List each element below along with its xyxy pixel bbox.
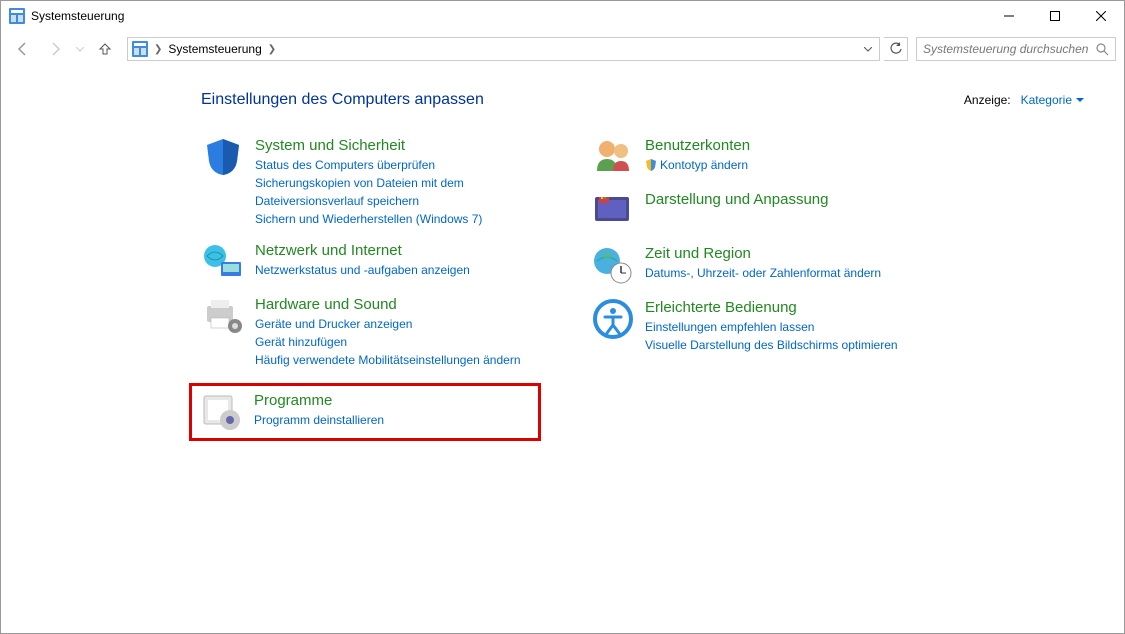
accessibility-icon bbox=[591, 299, 635, 339]
view-by-label: Anzeige: bbox=[964, 93, 1011, 107]
printer-icon bbox=[201, 296, 245, 336]
breadcrumb-separator[interactable]: ❯ bbox=[152, 44, 164, 55]
close-button[interactable] bbox=[1078, 1, 1124, 31]
search-icon bbox=[1096, 43, 1109, 56]
subcategory-link[interactable]: Einstellungen empfehlen lassen bbox=[645, 318, 898, 336]
category-title[interactable]: Zeit und Region bbox=[645, 245, 881, 262]
category-title[interactable]: Benutzerkonten bbox=[645, 137, 750, 154]
search-input[interactable]: Systemsteuerung durchsuchen bbox=[916, 37, 1116, 61]
uac-shield-icon bbox=[645, 159, 657, 171]
up-button[interactable] bbox=[91, 35, 119, 63]
category-hardware: Hardware und Sound Geräte und Drucker an… bbox=[201, 296, 541, 369]
subcategory-link[interactable]: Status des Computers überprüfen bbox=[255, 156, 541, 174]
navigation-bar: ❯ Systemsteuerung ❯ Systemsteuerung durc… bbox=[1, 31, 1124, 67]
category-ease-of-access: Erleichterte Bedienung Einstellungen emp… bbox=[591, 299, 931, 354]
category-programs: Programme Programm deinstallieren bbox=[200, 392, 530, 432]
page-title: Einstellungen des Computers anpassen bbox=[201, 91, 484, 109]
maximize-button[interactable] bbox=[1032, 1, 1078, 31]
window-titlebar: Systemsteuerung bbox=[1, 1, 1124, 31]
category-time-region: Zeit und Region Datums-, Uhrzeit- oder Z… bbox=[591, 245, 931, 285]
category-title[interactable]: Programme bbox=[254, 392, 384, 409]
subcategory-link[interactable]: Sicherungskopien von Dateien mit dem Dat… bbox=[255, 174, 541, 210]
monitor-icon bbox=[591, 191, 635, 231]
category-title[interactable]: Netzwerk und Internet bbox=[255, 242, 470, 259]
subcategory-link[interactable]: Geräte und Drucker anzeigen bbox=[255, 315, 521, 333]
category-appearance: Darstellung und Anpassung bbox=[591, 191, 931, 231]
programs-icon bbox=[200, 392, 244, 432]
control-panel-icon bbox=[132, 41, 148, 57]
network-icon bbox=[201, 242, 245, 282]
shield-icon bbox=[201, 137, 245, 177]
category-network: Netzwerk und Internet Netzwerkstatus und… bbox=[201, 242, 541, 282]
window-title: Systemsteuerung bbox=[31, 9, 124, 23]
search-placeholder: Systemsteuerung durchsuchen bbox=[923, 42, 1096, 56]
control-panel-icon bbox=[9, 8, 25, 24]
minimize-button[interactable] bbox=[986, 1, 1032, 31]
category-title[interactable]: System und Sicherheit bbox=[255, 137, 541, 154]
category-system-security: System und Sicherheit Status des Compute… bbox=[201, 137, 541, 228]
back-button[interactable] bbox=[9, 35, 37, 63]
breadcrumb-separator[interactable]: ❯ bbox=[266, 44, 278, 55]
category-user-accounts: Benutzerkonten Kontotyp ändern bbox=[591, 137, 931, 177]
users-icon bbox=[591, 137, 635, 177]
recent-dropdown[interactable] bbox=[73, 35, 87, 63]
breadcrumb-item[interactable]: Systemsteuerung bbox=[168, 42, 261, 56]
category-title[interactable]: Hardware und Sound bbox=[255, 296, 521, 313]
subcategory-link[interactable]: Kontotyp ändern bbox=[645, 156, 750, 174]
subcategory-link[interactable]: Häufig verwendete Mobilitätseinstellunge… bbox=[255, 351, 521, 369]
address-bar[interactable]: ❯ Systemsteuerung ❯ bbox=[127, 37, 880, 61]
category-title[interactable]: Erleichterte Bedienung bbox=[645, 299, 898, 316]
forward-button[interactable] bbox=[41, 35, 69, 63]
content-area: Einstellungen des Computers anpassen Anz… bbox=[1, 67, 1124, 441]
address-dropdown[interactable] bbox=[859, 47, 877, 52]
subcategory-link[interactable]: Datums-, Uhrzeit- oder Zahlenformat ände… bbox=[645, 264, 881, 282]
view-by-dropdown[interactable]: Kategorie bbox=[1021, 93, 1084, 107]
refresh-button[interactable] bbox=[884, 37, 908, 61]
subcategory-link[interactable]: Visuelle Darstellung des Bildschirms opt… bbox=[645, 336, 898, 354]
subcategory-link[interactable]: Programm deinstallieren bbox=[254, 411, 384, 429]
subcategory-link[interactable]: Gerät hinzufügen bbox=[255, 333, 521, 351]
subcategory-link[interactable]: Netzwerkstatus und -aufgaben anzeigen bbox=[255, 261, 470, 279]
clock-globe-icon bbox=[591, 245, 635, 285]
highlighted-category: Programme Programm deinstallieren bbox=[189, 383, 541, 441]
category-title[interactable]: Darstellung und Anpassung bbox=[645, 191, 828, 208]
subcategory-link[interactable]: Sichern und Wiederherstellen (Windows 7) bbox=[255, 210, 541, 228]
